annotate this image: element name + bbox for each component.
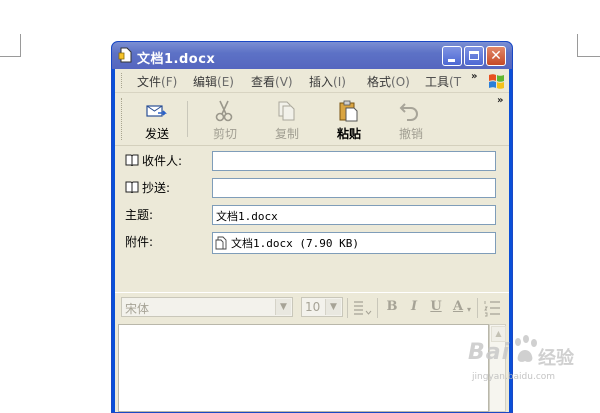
format-separator [377, 298, 378, 318]
undo-icon [399, 103, 418, 121]
menu-format[interactable]: 格式(O) [367, 73, 410, 90]
font-color-button[interactable]: A [449, 298, 467, 316]
chevron-down-icon: ▾ [467, 305, 472, 314]
toolbar-grip[interactable] [121, 98, 122, 140]
send-icon [146, 105, 167, 117]
cut-button[interactable]: 剪切 [199, 97, 251, 141]
minimize-button[interactable] [442, 46, 462, 66]
message-header-fields: 收件人: 抄送: 主题: 文档1.docx 附件: 文档1.docx (7.90… [115, 147, 509, 287]
attachment-label: 附件: [125, 235, 154, 249]
title-bar[interactable]: 文档1.docx ✕ [112, 42, 512, 69]
to-field[interactable] [212, 151, 496, 171]
formatting-toolbar: 宋体 ▼ 10 ▼ B I U A ▾ [115, 292, 509, 323]
menu-view[interactable]: 查看(V) [251, 73, 293, 90]
copy-button[interactable]: 复制 [261, 97, 313, 141]
maximize-button[interactable] [464, 46, 484, 66]
format-separator [477, 298, 478, 318]
undo-label: 撤销 [398, 127, 423, 141]
address-book-icon [125, 181, 139, 193]
undo-button[interactable]: 撤销 [385, 97, 437, 141]
copy-icon [278, 101, 295, 121]
menu-insert[interactable]: 插入(I) [309, 73, 346, 90]
paragraph-style-icon[interactable] [352, 299, 372, 317]
message-body-editor[interactable] [118, 324, 489, 412]
page-corner-mark-left [0, 34, 21, 57]
page-corner-mark-right [577, 34, 600, 57]
address-book-icon [125, 154, 139, 166]
document-icon [118, 47, 132, 63]
send-button[interactable]: 发送 [131, 97, 183, 141]
watermark-brand: Bai [468, 340, 511, 365]
menu-file[interactable]: 文件(F) [137, 73, 177, 90]
to-label[interactable]: 收件人: [125, 152, 182, 169]
chevron-down-icon: ▼ [275, 299, 291, 315]
standard-toolbar: » 发送 剪切 复制 粘贴 撤销 [115, 93, 509, 146]
bold-button[interactable]: B [383, 298, 401, 316]
watermark-brand-cn: 经验 [538, 348, 574, 369]
close-icon: ✕ [490, 48, 502, 64]
numbered-list-icon[interactable] [483, 299, 501, 317]
attachment-file-icon [215, 236, 227, 250]
menu-bar: 文件(F) 编辑(E) 查看(V) 插入(I) 格式(O) 工具(T » [115, 69, 509, 93]
toolbar-overflow-chevron[interactable]: » [497, 95, 503, 106]
menu-tools[interactable]: 工具(T [425, 73, 461, 90]
watermark-url: jingyan.baidu.com [472, 372, 556, 382]
attachment-name: 文档1.docx (7.90 KB) [231, 237, 359, 250]
toolbar-separator [187, 101, 188, 137]
window-client-area: 文件(F) 编辑(E) 查看(V) 插入(I) 格式(O) 工具(T » » 发… [115, 69, 509, 412]
format-separator [347, 298, 348, 318]
menu-grip[interactable] [121, 73, 124, 88]
menu-overflow-chevron[interactable]: » [471, 71, 477, 82]
italic-button[interactable]: I [405, 298, 423, 316]
cc-field[interactable] [212, 178, 496, 198]
mail-compose-window: 文档1.docx ✕ 文件(F) 编辑(E) 查看(V) 插入(I) 格式(O)… [111, 41, 513, 413]
chevron-down-icon: ▼ [325, 299, 341, 315]
cc-label[interactable]: 抄送: [125, 179, 170, 196]
paste-label: 粘贴 [336, 127, 361, 141]
close-button[interactable]: ✕ [486, 46, 506, 66]
copy-label: 复制 [274, 127, 299, 141]
font-name-select[interactable]: 宋体 ▼ [121, 297, 293, 317]
menu-edit[interactable]: 编辑(E) [193, 73, 234, 90]
scissors-icon [215, 100, 233, 122]
subject-field[interactable]: 文档1.docx [212, 205, 496, 225]
attachment-field[interactable]: 文档1.docx (7.90 KB) [212, 232, 496, 254]
send-label: 发送 [144, 127, 169, 141]
baidu-paw-icon [515, 335, 537, 362]
windows-logo-icon [489, 74, 504, 89]
subject-label: 主题: [125, 208, 154, 222]
cut-label: 剪切 [212, 127, 237, 141]
paste-button[interactable]: 粘贴 [323, 97, 375, 141]
window-title: 文档1.docx [137, 52, 216, 67]
clipboard-icon [339, 100, 358, 122]
baidu-watermark: Bai 经验 jingyan.baidu.com [468, 334, 600, 400]
underline-button[interactable]: U [427, 298, 445, 316]
font-size-select[interactable]: 10 ▼ [301, 297, 343, 317]
